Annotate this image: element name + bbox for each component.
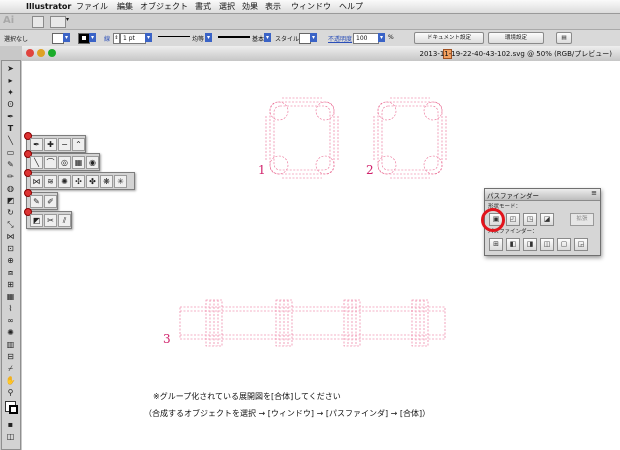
label-3: 3 (163, 332, 171, 346)
blob-brush-icon[interactable]: ✐ (44, 195, 57, 208)
delete-anchor-point-icon[interactable]: − (58, 138, 71, 151)
trim-icon[interactable]: ◧ (506, 238, 520, 251)
add-anchor-point-icon[interactable]: ✚ (44, 138, 57, 151)
label-2: 2 (366, 163, 374, 177)
eraser-tools-tearoff: ◩ ✂ ⫽ (24, 208, 72, 229)
pen-tool-icon[interactable]: ✒ (30, 138, 43, 151)
dieline-box-1-corner-1 (315, 101, 335, 121)
dieline-box-1-corner-3 (315, 155, 335, 175)
dieline-box-1-corner-2 (269, 155, 289, 175)
minus-front-icon[interactable]: ◰ (506, 213, 520, 226)
distort-tools-tearoff: ⋈ ≋ ✺ ✣ ✤ ❋ ✳ (24, 169, 135, 190)
dieline-box-1-corner-0 (269, 101, 289, 121)
warp-icon[interactable]: ≋ (44, 175, 57, 188)
eraser-icon[interactable]: ◩ (30, 214, 43, 227)
convert-anchor-point-icon[interactable]: ⌃ (72, 138, 85, 151)
pucker-icon[interactable]: ✣ (72, 175, 85, 188)
polar-grid-icon[interactable]: ◉ (86, 156, 99, 169)
line-tools-tearoff: ╲ ⌒ ◎ ▦ ◉ (24, 150, 100, 171)
dieline-box-2-corner-3 (423, 155, 443, 175)
merge-icon[interactable]: ◨ (523, 238, 537, 251)
exclude-icon[interactable]: ◪ (540, 213, 554, 226)
knife-icon[interactable]: ⫽ (58, 214, 71, 227)
bloat-icon[interactable]: ✤ (86, 175, 99, 188)
dieline-box-2-inner (381, 105, 439, 171)
pathfinder-tab[interactable]: パスファインダー (487, 190, 539, 200)
panel-menu-icon[interactable]: ≡ (591, 189, 597, 197)
width-icon[interactable]: ⋈ (30, 175, 43, 188)
highlight-circle (481, 208, 505, 232)
dieline-box-2-corner-0 (377, 101, 397, 121)
pen-tools-tearoff: ✒ ✚ − ⌃ (24, 132, 86, 153)
dieline-box-1 (269, 101, 335, 175)
expand-button[interactable]: 拡張 (570, 213, 594, 226)
minus-back-icon[interactable]: ◲ (574, 238, 588, 251)
crop-icon[interactable]: ◫ (540, 238, 554, 251)
intersect-icon[interactable]: ◳ (523, 213, 537, 226)
arc-icon[interactable]: ⌒ (44, 156, 57, 169)
outline-icon[interactable]: ▢ (557, 238, 571, 251)
crystallize-icon[interactable]: ✳ (114, 175, 127, 188)
scallop-icon[interactable]: ❋ (100, 175, 113, 188)
instruction-line-2: （合成するオブジェクトを選択 → [ウィンドウ] → [パスファインダ] → [… (144, 409, 431, 418)
rectangular-grid-icon[interactable]: ▦ (72, 156, 85, 169)
dieline-strip-3 (179, 306, 446, 340)
spiral-icon[interactable]: ◎ (58, 156, 71, 169)
divide-icon[interactable]: ⊞ (489, 238, 503, 251)
scissors-icon[interactable]: ✂ (44, 214, 57, 227)
dieline-box-2-corner-1 (423, 101, 443, 121)
brush-tools-tearoff: ✎ ✐ (24, 189, 58, 210)
dieline-box-2 (377, 101, 443, 175)
pathfinder-panel-header[interactable]: パスファインダー ≡ (485, 189, 600, 201)
instruction-line-1: ※グループ化されている展開図を[合体]してください (153, 392, 341, 401)
line-segment-icon[interactable]: ╲ (30, 156, 43, 169)
label-1: 1 (258, 163, 266, 177)
paintbrush-icon[interactable]: ✎ (30, 195, 43, 208)
twirl-icon[interactable]: ✺ (58, 175, 71, 188)
dieline-box-1-inner (273, 105, 331, 171)
dieline-box-2-corner-2 (377, 155, 397, 175)
